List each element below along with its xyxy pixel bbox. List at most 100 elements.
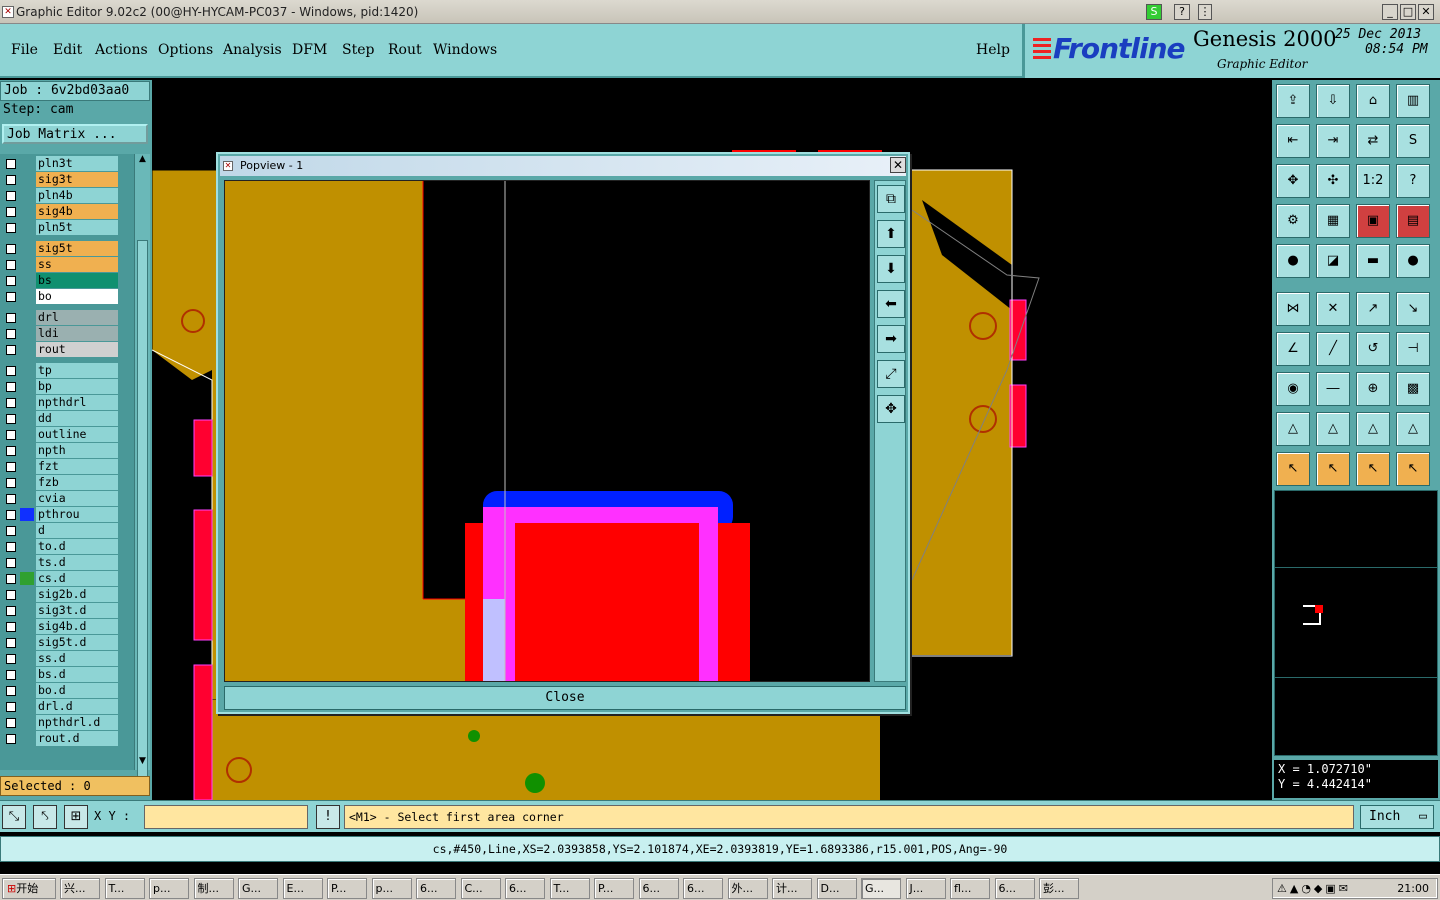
menu-file[interactable]: File xyxy=(11,42,38,58)
triangle-a-icon[interactable]: △ xyxy=(1316,412,1350,446)
layer-name[interactable]: npthdrl xyxy=(36,395,118,410)
layer-name[interactable]: bp xyxy=(36,379,118,394)
menu-analysis[interactable]: Analysis xyxy=(223,42,282,58)
layer-row[interactable]: bo xyxy=(0,289,134,304)
layer-name[interactable]: dd xyxy=(36,411,118,426)
layer-row[interactable]: pthrou xyxy=(0,507,134,522)
layer-name[interactable]: tp xyxy=(36,363,118,378)
layer-name[interactable]: to.d xyxy=(36,539,118,554)
layer-checkbox[interactable] xyxy=(6,654,16,664)
layer-name[interactable]: fzb xyxy=(36,475,118,490)
close-button[interactable]: ✕ xyxy=(1418,4,1434,20)
unit-select[interactable]: Inch ▭ xyxy=(1360,805,1434,829)
layer-row[interactable]: bp xyxy=(0,379,134,394)
layer-name[interactable]: cvia xyxy=(36,491,118,506)
layer-row[interactable]: sig3t xyxy=(0,172,134,187)
layer-row[interactable]: npthdrl xyxy=(0,395,134,410)
layer-name[interactable]: pln4b xyxy=(36,188,118,203)
layer-row[interactable]: cvia xyxy=(0,491,134,506)
pan-up-icon[interactable]: ⬆ xyxy=(877,220,905,248)
connect-icon[interactable]: ⋈ xyxy=(1276,292,1310,326)
layer-name[interactable]: pln3t xyxy=(36,156,118,171)
mirror-icon[interactable]: ⊣ xyxy=(1396,332,1430,366)
center-icon[interactable]: ⊕ xyxy=(1356,372,1390,406)
select-icon[interactable]: ↖ xyxy=(1276,452,1310,486)
menu-rout[interactable]: Rout xyxy=(388,42,422,58)
help-icon[interactable]: ? xyxy=(1174,4,1190,20)
arc-icon[interactable]: ↺ xyxy=(1356,332,1390,366)
popview-canvas[interactable] xyxy=(224,180,870,682)
layer-checkbox[interactable] xyxy=(6,345,16,355)
pan-left-icon[interactable]: ⬅ xyxy=(877,290,905,318)
layer-row[interactable]: ss.d xyxy=(0,651,134,666)
layer-row[interactable]: bo.d xyxy=(0,683,134,698)
layer-name[interactable]: fzt xyxy=(36,459,118,474)
taskbar-item[interactable]: 6... xyxy=(638,878,679,899)
midline-icon[interactable]: ― xyxy=(1316,372,1350,406)
measure-icon[interactable]: ⤣ xyxy=(33,805,57,829)
layer-row[interactable]: rout xyxy=(0,342,134,357)
help-icon[interactable]: ? xyxy=(1396,164,1430,198)
snap-icon[interactable]: ⤡ xyxy=(2,805,26,829)
taskbar-item[interactable]: p... xyxy=(149,878,189,899)
taskbar-item[interactable]: G... xyxy=(861,878,901,899)
zoom-fit-icon[interactable]: ⤢ xyxy=(877,360,905,388)
ruler-icon[interactable]: ▬ xyxy=(1356,244,1390,278)
taskbar-item[interactable]: C... xyxy=(460,878,501,899)
move-right-icon[interactable]: ⇥ xyxy=(1316,124,1350,158)
grid-icon[interactable]: ▦ xyxy=(1316,204,1350,238)
grid-icon[interactable]: ⊞ xyxy=(64,805,88,829)
layer-checkbox[interactable] xyxy=(6,718,16,728)
home-icon[interactable]: ⌂ xyxy=(1356,84,1390,118)
pan-down-icon[interactable]: ⬇ xyxy=(877,255,905,283)
alert-icon[interactable]: ! xyxy=(316,805,340,829)
layer-name[interactable]: sig3t.d xyxy=(36,603,118,618)
layer-checkbox[interactable] xyxy=(6,542,16,552)
layer-checkbox[interactable] xyxy=(6,398,16,408)
zoom-home-icon[interactable]: ✥ xyxy=(877,395,905,423)
layer-scrollbar[interactable]: ▲ ▼ xyxy=(134,154,150,780)
scroll-down-icon[interactable]: ▼ xyxy=(136,756,149,769)
slope-icon[interactable]: ╱ xyxy=(1316,332,1350,366)
taskbar-item[interactable]: 6... xyxy=(994,878,1035,899)
layer-row[interactable]: bs.d xyxy=(0,667,134,682)
layer-name[interactable]: drl xyxy=(36,310,118,325)
layer-checkbox[interactable] xyxy=(6,191,16,201)
layer-row[interactable]: outline xyxy=(0,427,134,442)
layer-checkbox[interactable] xyxy=(6,734,16,744)
layer-name[interactable]: pln5t xyxy=(36,220,118,235)
layer-checkbox[interactable] xyxy=(6,462,16,472)
popview-close-button[interactable]: Close xyxy=(224,686,906,710)
taskbar-item[interactable]: G... xyxy=(238,878,278,899)
layer-row[interactable]: rout.d xyxy=(0,731,134,746)
layer-row[interactable]: d xyxy=(0,523,134,538)
select-box-icon[interactable]: ↖ xyxy=(1316,452,1350,486)
layer-checkbox[interactable] xyxy=(6,526,16,536)
taskbar-item[interactable]: P... xyxy=(327,878,367,899)
layer-checkbox[interactable] xyxy=(6,414,16,424)
scale-icon[interactable]: 1:2 xyxy=(1356,164,1390,198)
layer-checkbox[interactable] xyxy=(6,558,16,568)
menu-options[interactable]: Options xyxy=(158,42,213,58)
layer-checkbox[interactable] xyxy=(6,223,16,233)
maximize-button[interactable]: □ xyxy=(1400,4,1416,20)
pad-icon[interactable]: ● xyxy=(1276,244,1310,278)
layer-name[interactable]: cs.d xyxy=(36,571,118,586)
dot-icon[interactable]: ● xyxy=(1396,244,1430,278)
layer-name[interactable]: bs.d xyxy=(36,667,118,682)
cut-icon[interactable]: ◪ xyxy=(1316,244,1350,278)
taskbar-item[interactable]: 6... xyxy=(683,878,723,899)
feature-icon[interactable]: ▣ xyxy=(1356,204,1390,238)
swap-icon[interactable]: ⇄ xyxy=(1356,124,1390,158)
zoom-icon[interactable]: ✣ xyxy=(1316,164,1350,198)
group-icon[interactable]: ▩ xyxy=(1396,372,1430,406)
s-icon[interactable]: S xyxy=(1146,4,1162,20)
layer-name[interactable]: sig5t xyxy=(36,241,118,256)
layer-checkbox[interactable] xyxy=(6,260,16,270)
taskbar-item[interactable]: 制... xyxy=(193,878,234,899)
select-net-icon[interactable]: ↖ xyxy=(1396,452,1430,486)
layer-name[interactable]: outline xyxy=(36,427,118,442)
taskbar-item[interactable]: 计... xyxy=(772,878,812,899)
taskbar-item[interactable]: 兴... xyxy=(60,878,100,899)
copy-in-icon[interactable]: ⇩ xyxy=(1316,84,1350,118)
